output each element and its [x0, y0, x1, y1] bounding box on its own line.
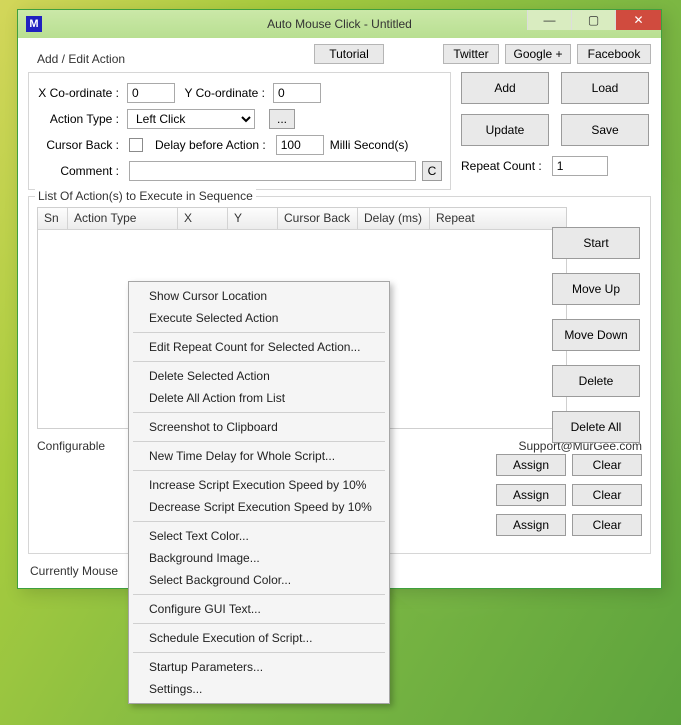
- context-menu-item[interactable]: New Time Delay for Whole Script...: [131, 445, 387, 467]
- update-button[interactable]: Update: [461, 114, 549, 146]
- context-menu-item[interactable]: Increase Script Execution Speed by 10%: [131, 474, 387, 496]
- cursor-back-label: Cursor Back :: [37, 138, 123, 152]
- move-down-button[interactable]: Move Down: [552, 319, 640, 351]
- titlebar[interactable]: M Auto Mouse Click - Untitled — ▢ ✕: [18, 10, 661, 38]
- list-legend: List Of Action(s) to Execute in Sequence: [35, 189, 256, 203]
- col-x[interactable]: X: [178, 208, 228, 229]
- context-menu-separator: [133, 361, 385, 362]
- load-button[interactable]: Load: [561, 72, 649, 104]
- col-action-type[interactable]: Action Type: [68, 208, 178, 229]
- delay-units: Milli Second(s): [330, 138, 409, 152]
- close-button[interactable]: ✕: [615, 10, 661, 30]
- repeat-count-input[interactable]: [552, 156, 608, 176]
- googleplus-button[interactable]: Google +: [505, 44, 571, 64]
- twitter-button[interactable]: Twitter: [443, 44, 499, 64]
- context-menu-item[interactable]: Show Cursor Location: [131, 285, 387, 307]
- context-menu-item[interactable]: Edit Repeat Count for Selected Action...: [131, 336, 387, 358]
- col-sn[interactable]: Sn: [38, 208, 68, 229]
- comment-c-button[interactable]: C: [422, 161, 442, 181]
- assign-button-2[interactable]: Assign: [496, 484, 566, 506]
- comment-input[interactable]: [129, 161, 416, 181]
- save-button[interactable]: Save: [561, 114, 649, 146]
- action-type-more-button[interactable]: ...: [269, 109, 295, 129]
- context-menu-item[interactable]: Delete Selected Action: [131, 365, 387, 387]
- context-menu-item[interactable]: Select Background Color...: [131, 569, 387, 591]
- context-menu-item[interactable]: Delete All Action from List: [131, 387, 387, 409]
- context-menu-item[interactable]: Schedule Execution of Script...: [131, 627, 387, 649]
- y-coord-input[interactable]: [273, 83, 321, 103]
- col-repeat[interactable]: Repeat: [430, 208, 566, 229]
- context-menu-separator: [133, 623, 385, 624]
- context-menu-separator: [133, 652, 385, 653]
- clear-button-3[interactable]: Clear: [572, 514, 642, 536]
- comment-label: Comment :: [37, 164, 123, 178]
- x-coord-label: X Co-ordinate :: [37, 86, 123, 100]
- clear-button-1[interactable]: Clear: [572, 454, 642, 476]
- context-menu-item[interactable]: Configure GUI Text...: [131, 598, 387, 620]
- context-menu-item[interactable]: Select Text Color...: [131, 525, 387, 547]
- app-icon: M: [26, 16, 42, 32]
- context-menu-separator: [133, 470, 385, 471]
- col-y[interactable]: Y: [228, 208, 278, 229]
- context-menu-separator: [133, 441, 385, 442]
- add-edit-group: X Co-ordinate : Y Co-ordinate : Action T…: [28, 72, 451, 190]
- context-menu-separator: [133, 332, 385, 333]
- start-button[interactable]: Start: [552, 227, 640, 259]
- facebook-button[interactable]: Facebook: [577, 44, 651, 64]
- context-menu-item[interactable]: Decrease Script Execution Speed by 10%: [131, 496, 387, 518]
- cursor-back-checkbox[interactable]: [129, 138, 143, 152]
- context-menu-separator: [133, 594, 385, 595]
- context-menu-item[interactable]: Background Image...: [131, 547, 387, 569]
- col-cursor-back[interactable]: Cursor Back: [278, 208, 358, 229]
- col-delay[interactable]: Delay (ms): [358, 208, 430, 229]
- context-menu-item[interactable]: Startup Parameters...: [131, 656, 387, 678]
- delete-all-button[interactable]: Delete All: [552, 411, 640, 443]
- action-type-select[interactable]: Left Click: [127, 109, 255, 129]
- table-header: Sn Action Type X Y Cursor Back Delay (ms…: [38, 208, 566, 230]
- assign-button-3[interactable]: Assign: [496, 514, 566, 536]
- y-coord-label: Y Co-ordinate :: [179, 86, 269, 100]
- context-menu-item[interactable]: Settings...: [131, 678, 387, 700]
- assign-button-1[interactable]: Assign: [496, 454, 566, 476]
- delay-before-input[interactable]: [276, 135, 324, 155]
- context-menu-item[interactable]: Screenshot to Clipboard: [131, 416, 387, 438]
- repeat-count-label: Repeat Count :: [461, 159, 546, 173]
- context-menu-separator: [133, 521, 385, 522]
- move-up-button[interactable]: Move Up: [552, 273, 640, 305]
- configurable-label: Configurable: [37, 439, 105, 453]
- context-menu-item[interactable]: Execute Selected Action: [131, 307, 387, 329]
- x-coord-input[interactable]: [127, 83, 175, 103]
- maximize-button[interactable]: ▢: [571, 10, 615, 30]
- minimize-button[interactable]: —: [527, 10, 571, 30]
- add-edit-legend: Add / Edit Action: [34, 52, 128, 66]
- add-button[interactable]: Add: [461, 72, 549, 104]
- delete-button[interactable]: Delete: [552, 365, 640, 397]
- tutorial-button[interactable]: Tutorial: [314, 44, 384, 64]
- context-menu[interactable]: Show Cursor LocationExecute Selected Act…: [128, 281, 390, 704]
- clear-button-2[interactable]: Clear: [572, 484, 642, 506]
- delay-before-label: Delay before Action :: [149, 138, 270, 152]
- action-type-label: Action Type :: [37, 112, 123, 126]
- context-menu-separator: [133, 412, 385, 413]
